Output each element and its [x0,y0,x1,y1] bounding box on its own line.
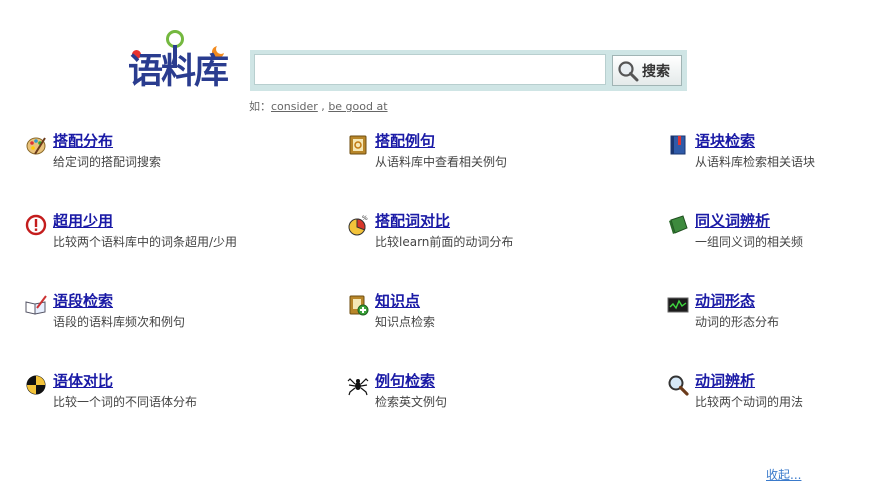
feature-title[interactable]: 语段检索 [53,290,113,312]
open-book-pen-icon [25,295,47,315]
feature-desc: 比较learn前面的动词分布 [375,235,514,249]
warning-icon [25,214,47,236]
bookmark-book-icon [670,135,686,155]
feature-title[interactable]: 超用少用 [53,210,113,232]
feature-desc: 给定词的搭配词搜索 [53,155,162,169]
palette-icon [26,137,46,155]
feature-title[interactable]: 动词形态 [695,290,755,312]
feature-title[interactable]: 搭配例句 [375,130,435,152]
example-link-consider[interactable]: consider [271,100,318,113]
feature-title[interactable]: 例句检索 [375,370,435,392]
monitor-chart-icon [667,297,689,313]
book-icon [349,135,367,155]
book-plus-icon [349,295,369,316]
spider-icon [347,378,369,396]
search-examples: 如：consider , be good at [249,100,388,113]
magnifier-icon [668,375,689,396]
feature-desc: 知识点检索 [375,315,436,329]
feature-desc: 一组同义词的相关频 [695,235,804,249]
collapse-link[interactable]: 收起... [766,466,801,483]
site-logo[interactable]: 语料库 [128,30,238,94]
search-input[interactable] [254,54,606,85]
feature-title[interactable]: 知识点 [375,290,420,312]
feature-desc: 比较两个语料库中的词条超用/少用 [53,235,238,249]
feature-title[interactable]: 语体对比 [53,370,113,392]
feature-desc: 从语料库中查看相关例句 [375,155,508,169]
feature-desc: 从语料库检索相关语块 [695,155,816,169]
green-book-icon [669,215,688,234]
feature-title[interactable]: 搭配分布 [53,130,113,152]
search-button[interactable]: 搜索 [612,55,682,86]
svg-text:%: % [362,215,368,222]
feature-desc: 比较一个词的不同语体分布 [53,395,198,409]
example-link-be-good-at[interactable]: be good at [328,100,387,113]
logo-text: 语料库 [128,52,229,92]
feature-desc: 动词的形态分布 [695,315,780,329]
feature-title[interactable]: 搭配词对比 [375,210,450,232]
feature-desc: 比较两个动词的用法 [695,395,804,409]
pie-chart-icon: % [348,215,368,236]
feature-title[interactable]: 语块检索 [695,130,755,152]
search-button-label: 搜索 [642,63,670,80]
feature-desc: 检索英文例句 [375,395,448,409]
feature-desc: 语段的语料库频次和例句 [53,315,186,329]
feature-title[interactable]: 同义词辨析 [695,210,770,232]
target-icon [26,375,46,395]
feature-title[interactable]: 动词辨析 [695,370,755,392]
magnifier-icon [618,60,639,81]
search-bar: 搜索 [250,50,687,91]
